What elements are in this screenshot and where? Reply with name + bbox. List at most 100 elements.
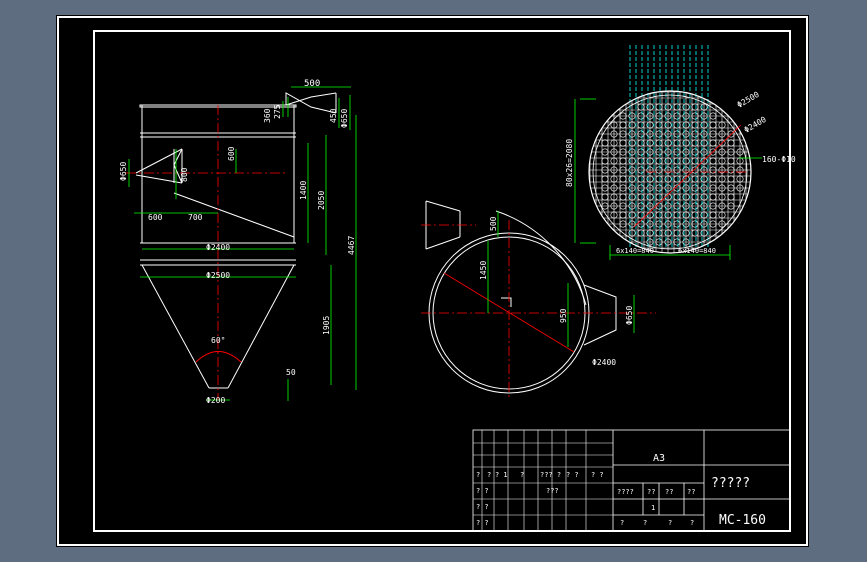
tube-hole [709,193,717,201]
tube-hole [601,175,609,183]
tube-hole [601,157,609,165]
tube-hole [655,211,663,219]
dim-1400: 1400 [299,181,308,200]
dim-360: 360 [263,108,272,123]
front-centerlines [126,105,288,400]
mid-header-0: ???? [617,488,634,496]
bottom-1: ? [643,519,647,527]
top-dim-1450: 1450 [479,261,488,280]
tube-hole [619,175,627,183]
outer-frame [57,16,808,546]
tube-hole [655,157,663,165]
tube-hole [601,193,609,201]
dia-2400-front: Φ2400 [206,243,230,252]
row1-3: ? [520,471,524,479]
top-dia-2400: Φ2400 [592,358,616,367]
drawing-number: MC-160 [719,513,766,528]
title-block-grid [473,430,613,531]
tube-hole [691,229,699,237]
dim-50: 50 [286,368,296,377]
tube-sheet-view [588,45,752,254]
tube-hole [691,103,699,111]
tube-hole [709,175,717,183]
row1-1: ? [487,471,491,479]
tube-hole [673,139,681,147]
row1-6: ? ? [591,471,604,479]
tube-hole [637,103,645,111]
tube-hole [655,139,663,147]
tube-hole [709,121,717,129]
tube-hole [727,157,735,165]
tube-hole [637,157,645,165]
row1-5: ? ? [566,471,579,479]
title-block-text: A3 ????? MC-160 ???? ?? ?? ?? 1 ? ? ? ? … [476,453,766,528]
front-view [135,92,337,389]
tube-hole [601,139,609,147]
tube-hole [691,211,699,219]
tube-hole [619,193,627,201]
tube-hole [709,139,717,147]
tube-hole [655,175,663,183]
ts-dia-2400: Φ2400 [743,115,769,135]
tube-hole [727,175,735,183]
scale-value: 1 [651,504,655,512]
angle-60: 60° [211,336,225,345]
row1-4: ??? ? [540,471,561,479]
tube-hole [727,139,735,147]
tube-hole [637,139,645,147]
top-dimension-lines [487,211,635,347]
tube-hole [637,175,645,183]
ts-bag-spec: 160-Φ10 [762,155,796,164]
tube-hole [655,193,663,201]
top-dim-950: 950 [559,308,568,323]
tube-hole [619,211,627,219]
tube-hole [655,103,663,111]
ts-bottom-left: 6x140=840 [616,247,654,255]
tube-hole [673,211,681,219]
drawing-canvas: 500 360 275 450 Φ650 Φ650 600 800 1400 2… [57,16,808,546]
tube-hole [673,121,681,129]
dia-650-top: Φ650 [340,109,349,128]
tube-hole [655,229,663,237]
dim-800: 800 [180,167,189,182]
tube-hole [619,139,627,147]
ts-dia-2500: Φ2500 [736,90,762,110]
dim-2050: 2050 [317,191,326,210]
front-dimension-lines [128,86,357,401]
dim-450: 450 [329,108,338,123]
tube-hole [673,103,681,111]
row3-0: ? ? [476,503,489,511]
row2-0: ? ? [476,487,489,495]
mid-header-2: ?? [665,488,673,496]
tube-hole [691,193,699,201]
tube-hole [691,121,699,129]
tube-hole [691,157,699,165]
bottom-0: ? [620,519,624,527]
tube-hole [673,157,681,165]
mid-header-3: ?? [687,488,695,496]
dia-200: Φ200 [206,396,225,405]
bottom-3: ? [690,519,694,527]
dia-2500-front: Φ2500 [206,271,230,280]
dim-top-inlet-width: 500 [304,79,320,89]
top-view [425,200,617,394]
tube-hole [709,157,717,165]
total-4467: 4467 [347,236,356,255]
inner-frame [93,30,791,532]
top-dim-500: 500 [489,216,498,231]
mid-header-1: ?? [647,488,655,496]
tube-hole [691,139,699,147]
tube-hole [691,175,699,183]
tube-hole [709,211,717,219]
tube-hole [637,211,645,219]
drawing-sheet: 500 360 275 450 Φ650 Φ650 600 800 1400 2… [56,15,809,547]
tube-hole [727,193,735,201]
drawing-name: ????? [711,476,750,491]
dim-1905: 1905 [322,316,331,335]
ts-vertical: 80x26=2080 [565,139,574,187]
tube-hole [637,193,645,201]
tube-hole [673,175,681,183]
row2-1: ??? [546,487,559,495]
tube-hole [673,229,681,237]
tube-hole [655,121,663,129]
